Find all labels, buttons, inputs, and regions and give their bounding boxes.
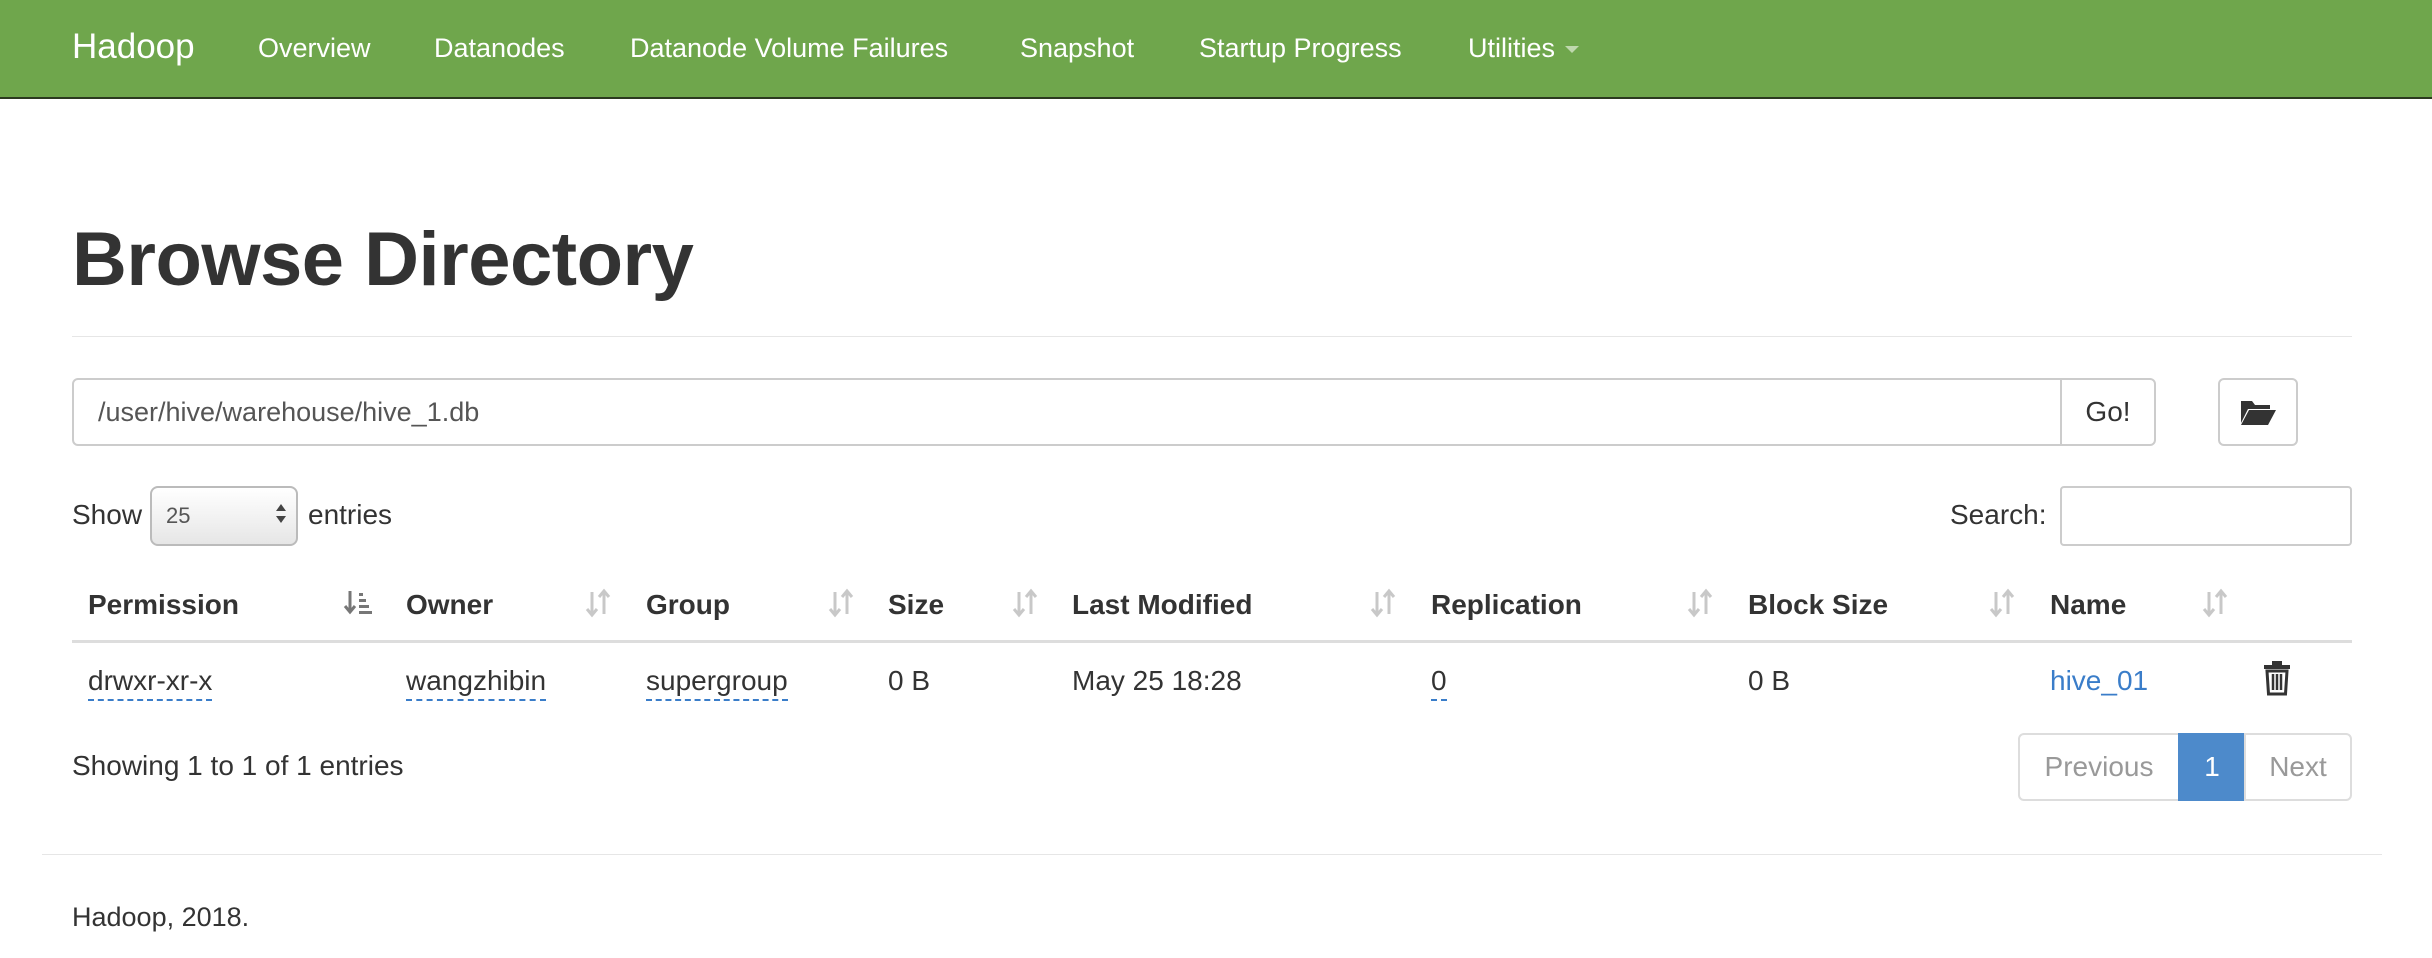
sort-icon[interactable]: [826, 588, 856, 618]
folder-open-icon: [2241, 401, 2276, 425]
search-input[interactable]: [2060, 486, 2352, 546]
sort-icon[interactable]: [1368, 588, 1398, 618]
nav-overview[interactable]: Overview: [258, 30, 371, 66]
cell-permission[interactable]: drwxr-xr-x: [88, 664, 213, 701]
column-header-name[interactable]: Name: [2050, 588, 2126, 622]
create-directory-button[interactable]: [2218, 378, 2298, 446]
cell-replication[interactable]: 0: [1431, 664, 1447, 701]
sort-icon[interactable]: [1685, 588, 1715, 618]
sort-ascending-icon[interactable]: [343, 588, 373, 618]
sort-icon[interactable]: [1987, 588, 2017, 618]
column-header-group[interactable]: Group: [646, 588, 730, 622]
column-header-last-modified[interactable]: Last Modified: [1072, 588, 1252, 622]
table-header-divider: [72, 640, 2352, 643]
cell-size: 0 B: [888, 665, 931, 696]
show-label: Show: [72, 499, 143, 530]
column-header-block-size[interactable]: Block Size: [1748, 588, 1888, 622]
nav-datanodes[interactable]: Datanodes: [434, 30, 565, 66]
chevron-down-icon: [1565, 46, 1580, 54]
nav-utilities-label: Utilities: [1468, 33, 1556, 63]
nav-snapshot[interactable]: Snapshot: [1020, 30, 1134, 66]
navbar-brand[interactable]: Hadoop: [72, 24, 195, 70]
pagination-next[interactable]: Next: [2244, 733, 2352, 801]
footer-text: Hadoop, 2018.: [72, 902, 250, 932]
sort-icon[interactable]: [2200, 588, 2230, 618]
sort-icon[interactable]: [1010, 588, 1040, 618]
column-header-permission[interactable]: Permission: [88, 588, 239, 622]
column-header-owner[interactable]: Owner: [406, 588, 493, 622]
search-label: Search:: [1950, 499, 2047, 530]
table-info: Showing 1 to 1 of 1 entries: [72, 750, 404, 781]
cell-name-link[interactable]: hive_01: [2050, 664, 2148, 698]
nav-datanode-volume-failures[interactable]: Datanode Volume Failures: [630, 30, 948, 66]
cell-owner[interactable]: wangzhibin: [406, 664, 547, 701]
sort-icon[interactable]: [583, 588, 613, 618]
footer-divider: [42, 854, 2382, 855]
trash-icon[interactable]: [2262, 660, 2292, 696]
go-button[interactable]: Go!: [2060, 378, 2156, 446]
page-length-select[interactable]: 25: [150, 486, 298, 546]
column-header-size[interactable]: Size: [888, 588, 944, 622]
cell-group[interactable]: supergroup: [646, 664, 788, 701]
page-title: Browse Directory: [72, 217, 694, 302]
nav-startup-progress[interactable]: Startup Progress: [1199, 30, 1402, 66]
nav-utilities-dropdown[interactable]: Utilities: [1468, 30, 1580, 66]
navbar: Hadoop Overview Datanodes Datanode Volum…: [0, 0, 2432, 99]
pagination-previous[interactable]: Previous: [2018, 733, 2180, 801]
cell-block-size: 0 B: [1748, 665, 1791, 696]
column-header-replication[interactable]: Replication: [1431, 588, 1582, 622]
page-length-value: 25: [166, 503, 191, 528]
pagination-page-1[interactable]: 1: [2178, 733, 2246, 801]
directory-path-input[interactable]: /user/hive/warehouse/hive_1.db: [72, 378, 2062, 446]
title-divider: [72, 336, 2352, 337]
select-arrows-icon: [276, 504, 286, 528]
cell-last-modified: May 25 18:28: [1072, 665, 1242, 696]
entries-label: entries: [308, 499, 393, 530]
